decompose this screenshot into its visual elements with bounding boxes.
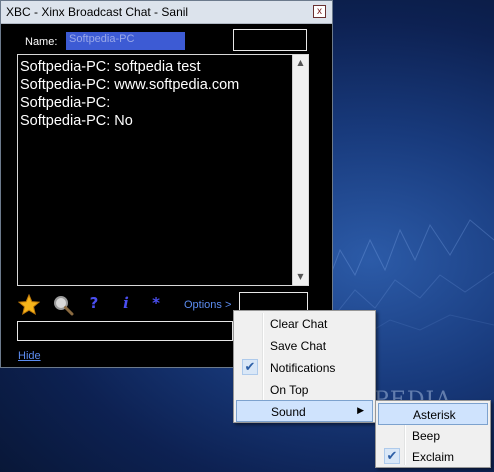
checkmark-icon: ✔ — [384, 448, 400, 464]
window-title: XBC - Xinx Broadcast Chat - Sanil — [6, 5, 189, 19]
info-icon[interactable]: i — [120, 294, 132, 314]
options-link[interactable]: Options > — [184, 299, 231, 311]
menu-item-label: Asterisk — [413, 408, 456, 422]
menu-item-label: Clear Chat — [270, 317, 328, 331]
menu-item-notifications[interactable]: ✔ Notifications — [236, 357, 373, 379]
submenu-arrow-icon: ▶ — [357, 405, 364, 415]
title-bar[interactable]: XBC - Xinx Broadcast Chat - Sanil x — [1, 1, 332, 24]
menu-item-on-top[interactable]: On Top — [236, 379, 373, 401]
menu-item-clear-chat[interactable]: Clear Chat — [236, 313, 373, 335]
menu-item-label: On Top — [270, 383, 309, 397]
menu-item-label: Exclaim — [412, 450, 455, 464]
menu-item-beep[interactable]: Beep — [378, 425, 488, 447]
asterisk-icon[interactable]: * — [149, 294, 163, 314]
options-context-menu: Clear Chat Save Chat ✔ Notifications On … — [233, 310, 376, 423]
menu-item-sound[interactable]: Sound ▶ — [236, 400, 373, 422]
menu-item-label: Sound — [271, 405, 306, 419]
menu-item-label: Notifications — [270, 361, 336, 375]
chat-message: Softpedia-PC: softpedia test — [20, 59, 201, 75]
chat-log[interactable]: Softpedia-PC: softpedia test Softpedia-P… — [17, 54, 309, 286]
name-label: Name: — [25, 36, 58, 48]
status-box[interactable] — [233, 29, 307, 51]
scroll-up-arrow-icon[interactable]: ▲ — [293, 55, 308, 71]
chat-message: Softpedia-PC: No — [20, 113, 133, 129]
menu-item-label: Save Chat — [270, 339, 327, 353]
menu-item-asterisk[interactable]: Asterisk — [378, 403, 488, 425]
hide-link[interactable]: Hide — [18, 350, 41, 362]
star-icon[interactable] — [17, 293, 41, 316]
chat-scrollbar[interactable]: ▲ ▼ — [292, 55, 308, 285]
menu-item-save-chat[interactable]: Save Chat — [236, 335, 373, 357]
chat-message: Softpedia-PC: — [20, 95, 111, 111]
search-icon[interactable] — [52, 294, 74, 316]
name-input[interactable]: Softpedia-PC — [66, 32, 185, 50]
checkmark-icon: ✔ — [242, 359, 258, 375]
close-button[interactable]: x — [313, 5, 326, 18]
menu-item-label: Beep — [412, 429, 441, 443]
scroll-down-arrow-icon[interactable]: ▼ — [293, 269, 308, 285]
help-icon[interactable]: ? — [87, 294, 101, 314]
sound-submenu: Asterisk Beep ✔ Exclaim — [375, 400, 491, 468]
chat-messages: Softpedia-PC: softpedia test Softpedia-P… — [20, 58, 290, 130]
chat-message: Softpedia-PC: www.softpedia.com — [20, 77, 240, 93]
message-input[interactable] — [17, 321, 233, 341]
menu-item-exclaim[interactable]: ✔ Exclaim — [378, 446, 488, 468]
